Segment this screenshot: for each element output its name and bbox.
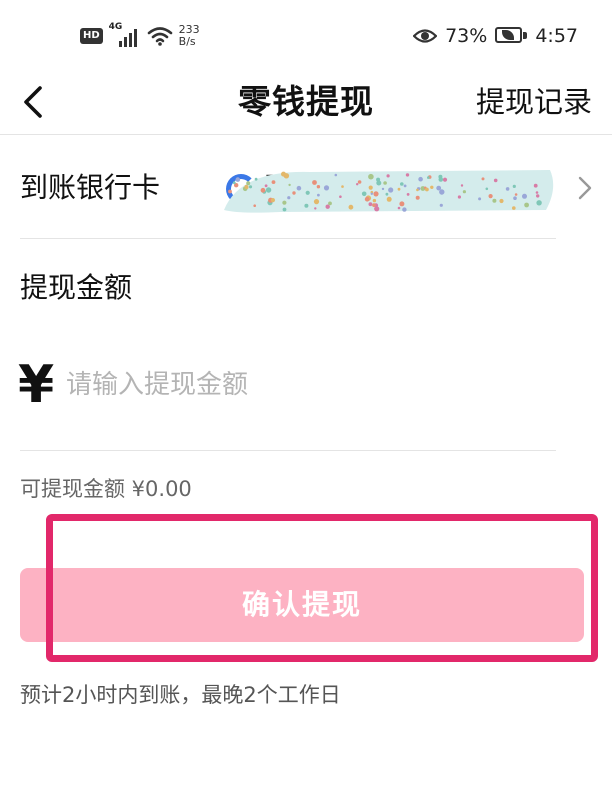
nav-bar: 零钱提现 提现记录 <box>0 72 612 132</box>
battery-icon <box>495 27 528 45</box>
divider <box>20 450 556 451</box>
withdrawal-history-link[interactable]: 提现记录 <box>476 80 592 124</box>
redaction-mask <box>224 170 554 213</box>
nav-divider <box>0 134 612 135</box>
amount-input-row: ¥ <box>0 350 612 426</box>
status-bar: HD 4G 233 B/s 73% 4:57 <box>0 0 612 72</box>
wifi-icon <box>147 27 172 46</box>
available-balance: 可提现金额 ¥0.00 <box>20 477 192 501</box>
status-bar-right: 73% 4:57 <box>413 22 578 50</box>
signal-icon: 4G <box>109 22 141 47</box>
amount-input[interactable] <box>66 360 546 410</box>
network-speed: 233 B/s <box>179 24 200 48</box>
network-speed-unit: B/s <box>178 35 196 48</box>
bank-card-label: 到账银行卡 <box>20 171 161 204</box>
chevron-right-icon <box>578 176 592 200</box>
arrival-note: 预计2小时内到账，最晚2个工作日 <box>20 683 341 707</box>
bank-card-value: 张 <box>220 166 560 213</box>
currency-symbol: ¥ <box>18 355 55 415</box>
divider <box>20 238 556 239</box>
bank-card-row[interactable]: 到账银行卡 张 <box>0 148 612 228</box>
amount-label: 提现金额 <box>20 271 133 304</box>
eye-icon <box>413 29 438 43</box>
battery-percent: 73% <box>445 25 488 47</box>
status-bar-left: HD 4G 233 B/s <box>80 20 200 52</box>
confirm-withdraw-button[interactable]: 确认提现 <box>20 568 584 642</box>
clock: 4:57 <box>535 25 578 47</box>
hd-icon: HD <box>80 28 103 44</box>
